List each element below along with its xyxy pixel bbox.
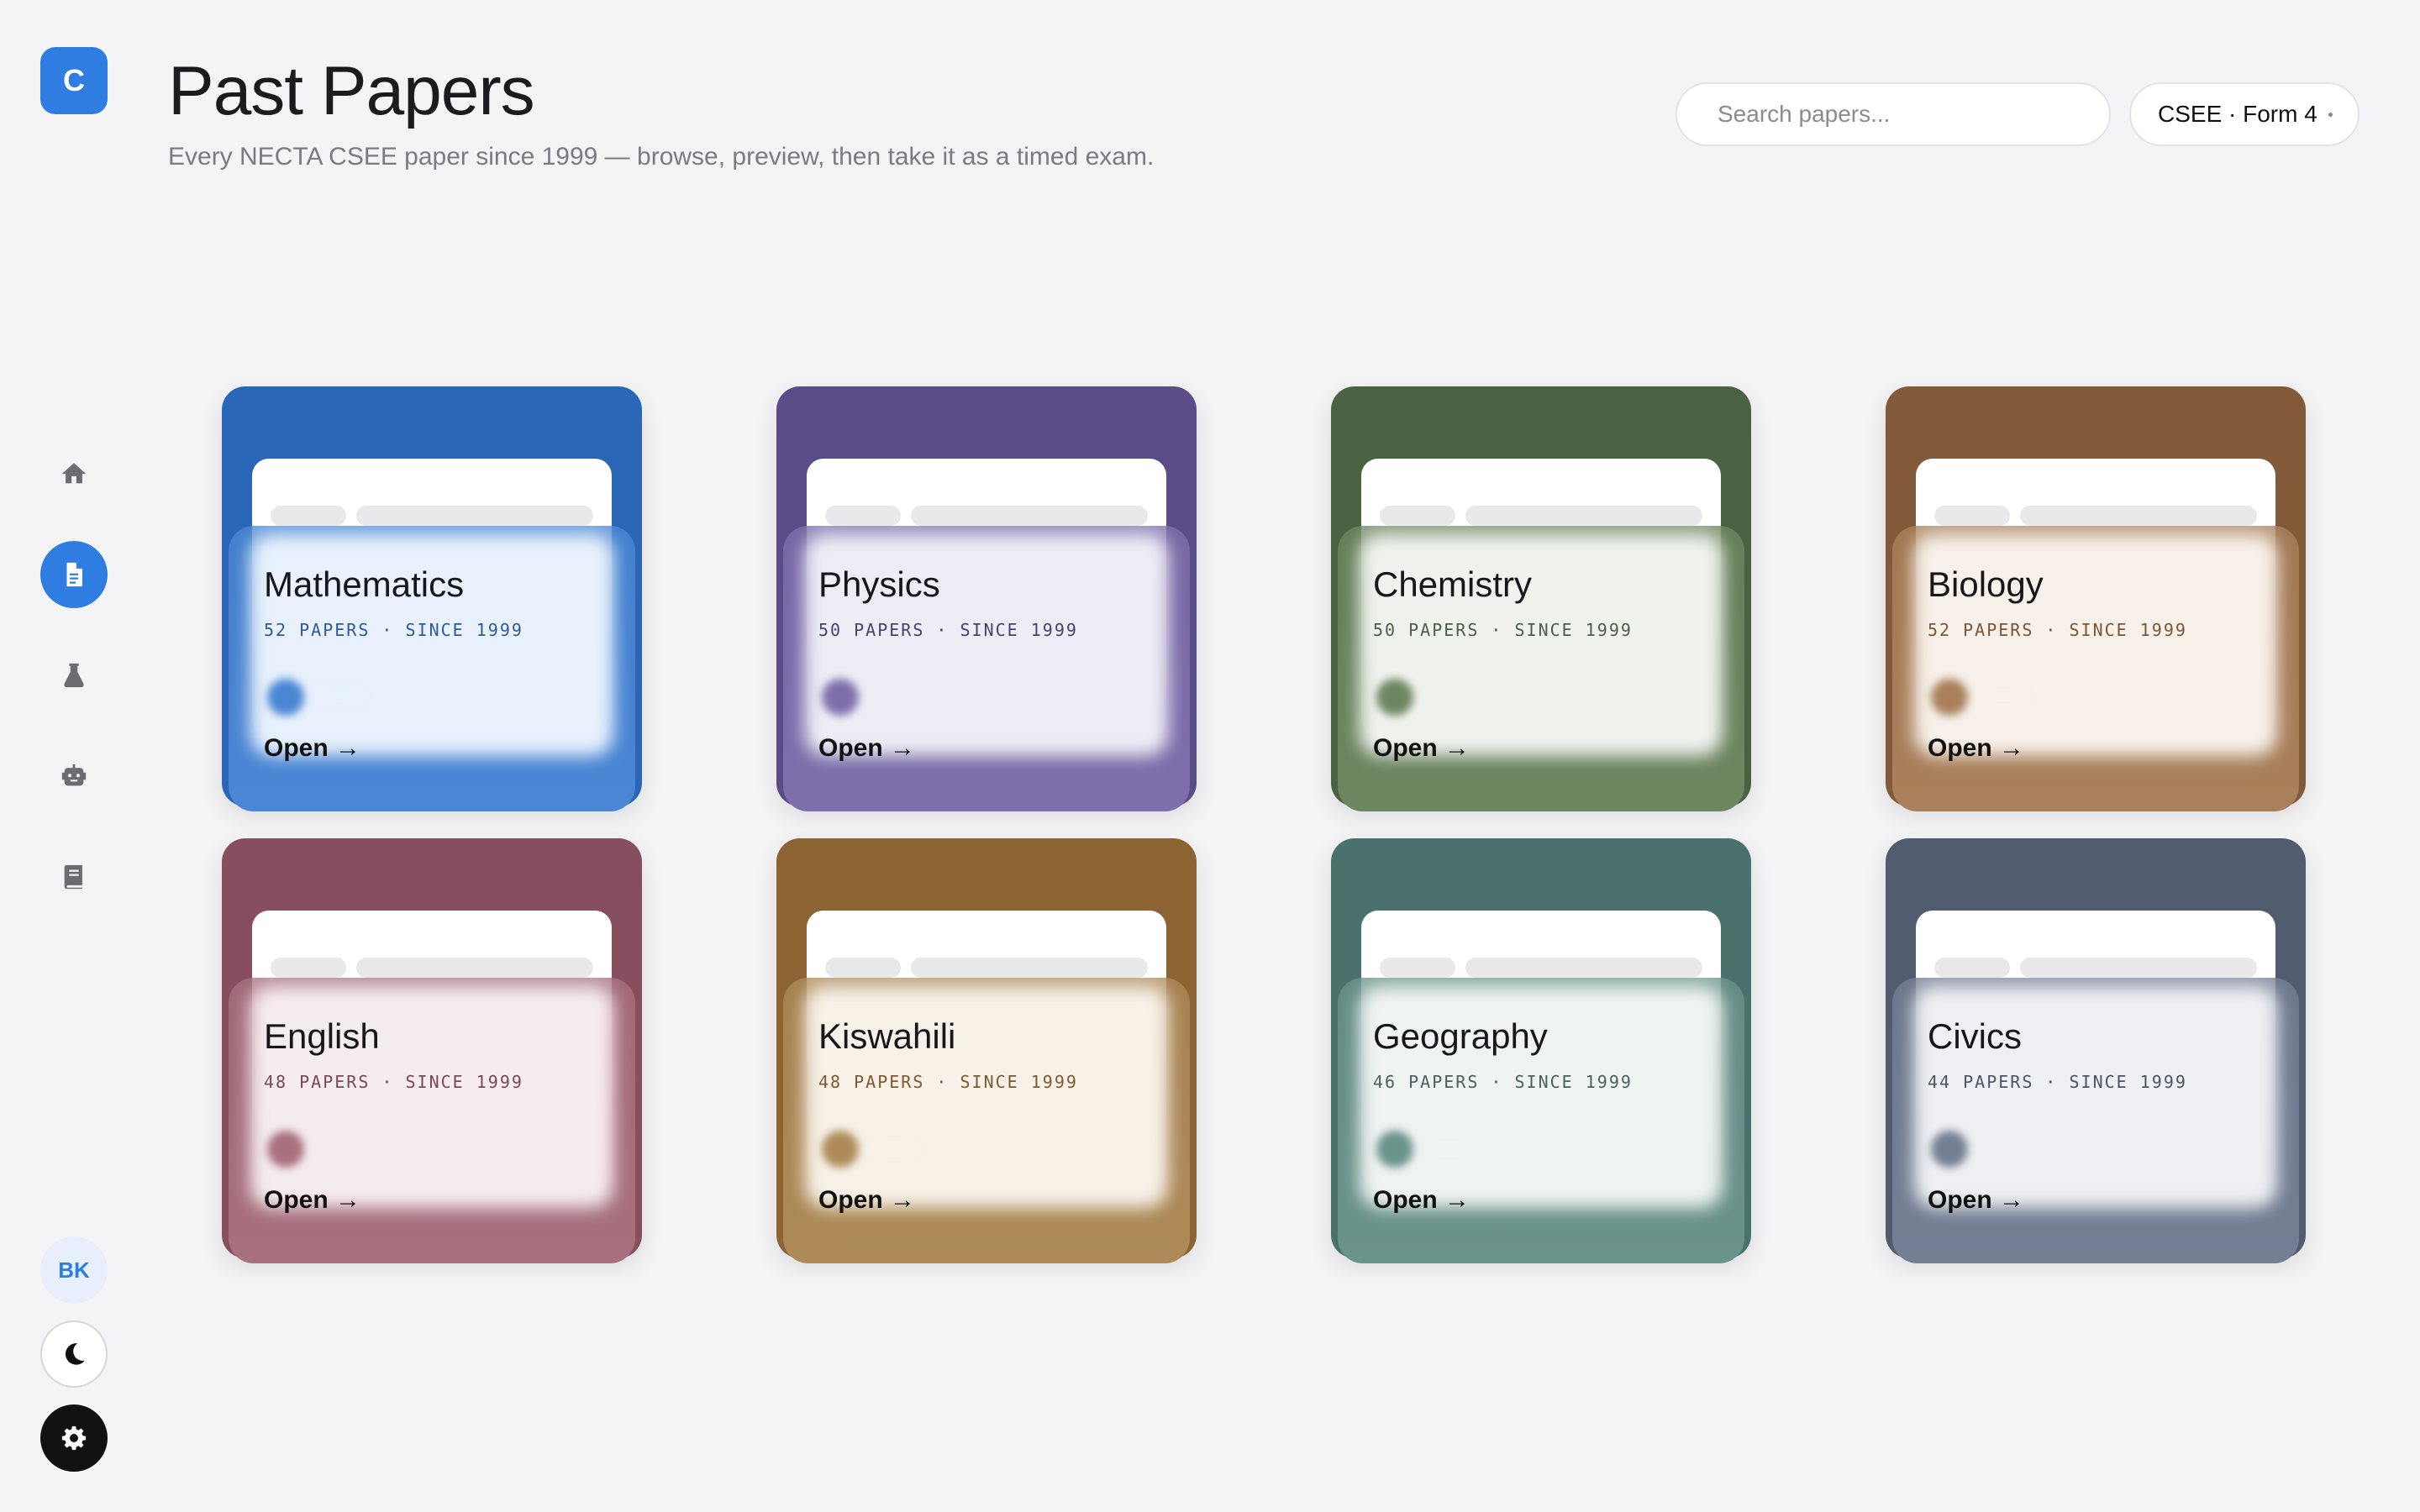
- open-folder-link[interactable]: Open →: [1928, 734, 2024, 763]
- subject-paper-count: 48 PAPERS · SINCE 1999: [818, 1072, 1078, 1092]
- subject-folder-card[interactable]: Mathematics 52 PAPERS · SINCE 1999 Open →: [222, 386, 642, 811]
- page-subtitle: Every NECTA CSEE paper since 1999 — brow…: [168, 143, 1155, 171]
- sidebar-item-library[interactable]: [40, 843, 108, 911]
- page-title: Past Papers: [168, 53, 535, 129]
- app-logo[interactable]: C: [40, 47, 108, 114]
- search-input[interactable]: [1676, 82, 2111, 146]
- subject-folder-card[interactable]: Geography 46 PAPERS · SINCE 1999 Open →: [1331, 838, 1751, 1263]
- gear-icon: [61, 1425, 87, 1451]
- exam-level-label: CSEE · Form 4: [2158, 101, 2317, 127]
- book-icon: [64, 864, 82, 890]
- open-folder-link[interactable]: Open →: [818, 734, 915, 763]
- sidebar-item-ai-tutor[interactable]: [40, 743, 108, 810]
- subject-folder-card[interactable]: Biology 52 PAPERS · SINCE 1999 Open →: [1886, 386, 2306, 811]
- dropdown-indicator-icon: [2328, 113, 2333, 117]
- subject-name: Civics: [1928, 1016, 2022, 1056]
- subject-name: Geography: [1373, 1016, 1548, 1056]
- subject-paper-count: 48 PAPERS · SINCE 1999: [264, 1072, 523, 1092]
- subject-folder-card[interactable]: Physics 50 PAPERS · SINCE 1999 Open →: [776, 386, 1197, 811]
- open-folder-link[interactable]: Open →: [1373, 1186, 1470, 1215]
- subject-paper-count: 52 PAPERS · SINCE 1999: [264, 620, 523, 640]
- subject-folder-card[interactable]: Civics 44 PAPERS · SINCE 1999 Open →: [1886, 838, 2306, 1263]
- subject-folder-grid: Mathematics 52 PAPERS · SINCE 1999 Open → P…: [222, 386, 2306, 1268]
- subject-name: Biology: [1928, 564, 2044, 604]
- exam-level-select[interactable]: CSEE · Form 4: [2129, 82, 2360, 146]
- subject-name: Kiswahili: [818, 1016, 956, 1056]
- open-folder-link[interactable]: Open →: [264, 1186, 360, 1215]
- robot-icon: [61, 764, 87, 786]
- moon-icon: [65, 1343, 85, 1365]
- open-folder-link[interactable]: Open →: [818, 1186, 915, 1215]
- sidebar-nav: [40, 440, 108, 944]
- document-icon: [66, 562, 82, 587]
- subject-paper-count: 50 PAPERS · SINCE 1999: [818, 620, 1078, 640]
- subject-paper-count: 44 PAPERS · SINCE 1999: [1928, 1072, 2187, 1092]
- sidebar-item-papers[interactable]: [40, 541, 108, 608]
- open-folder-link[interactable]: Open →: [1373, 734, 1470, 763]
- subject-folder-card[interactable]: Chemistry 50 PAPERS · SINCE 1999 Open →: [1331, 386, 1751, 811]
- sidebar: C BK: [0, 0, 148, 1512]
- open-folder-link[interactable]: Open →: [1928, 1186, 2024, 1215]
- subject-name: Chemistry: [1373, 564, 1533, 604]
- sidebar-item-lab[interactable]: [40, 642, 108, 709]
- subject-name: Physics: [818, 564, 940, 604]
- theme-toggle-button[interactable]: [40, 1320, 108, 1388]
- home-icon: [61, 463, 87, 484]
- subject-name: English: [264, 1016, 380, 1056]
- open-folder-link[interactable]: Open →: [264, 734, 360, 763]
- flask-icon: [64, 663, 84, 688]
- sidebar-item-home[interactable]: [40, 440, 108, 507]
- subject-paper-count: 50 PAPERS · SINCE 1999: [1373, 620, 1633, 640]
- subject-folder-card[interactable]: Kiswahili 48 PAPERS · SINCE 1999 Open →: [776, 838, 1197, 1263]
- subject-paper-count: 52 PAPERS · SINCE 1999: [1928, 620, 2187, 640]
- subject-paper-count: 46 PAPERS · SINCE 1999: [1373, 1072, 1633, 1092]
- settings-button[interactable]: [40, 1404, 108, 1472]
- subject-folder-card[interactable]: English 48 PAPERS · SINCE 1999 Open →: [222, 838, 642, 1263]
- subject-name: Mathematics: [264, 564, 465, 604]
- user-avatar[interactable]: BK: [40, 1236, 108, 1304]
